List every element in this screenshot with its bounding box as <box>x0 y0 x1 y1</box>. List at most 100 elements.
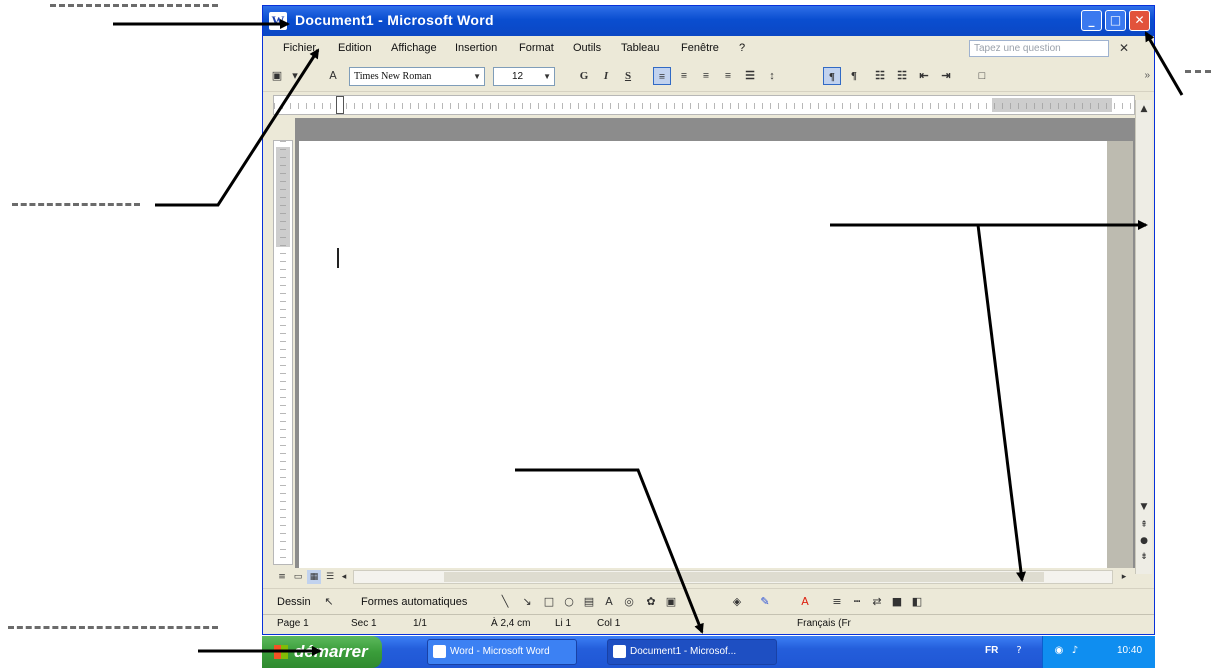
save-icon[interactable]: ▣ <box>269 68 285 84</box>
network-icon[interactable]: ◉ <box>1053 645 1065 657</box>
underline-button[interactable]: S <box>619 67 637 85</box>
status-position: À 2,4 cm <box>491 618 531 629</box>
font-size-select[interactable]: 12 ▼ <box>493 67 555 86</box>
indent-marker[interactable] <box>336 96 344 114</box>
ellipse-icon[interactable]: ○ <box>561 594 577 610</box>
maximize-button[interactable]: □ <box>1105 10 1126 31</box>
menu-format[interactable]: Format <box>519 42 554 54</box>
menu-affichage[interactable]: Affichage <box>391 42 437 54</box>
normal-view-icon[interactable]: ≡ <box>275 570 289 584</box>
word-icon <box>613 645 626 658</box>
view-bar: ≡ ▭ ▦ ☰ ◂ ▸ <box>273 568 1135 586</box>
menu-help[interactable]: ? <box>739 42 745 54</box>
volume-icon[interactable]: ♪ <box>1069 645 1081 657</box>
textbox-icon[interactable]: ▤ <box>581 594 597 610</box>
decrease-indent-icon[interactable]: ⇤ <box>915 67 933 85</box>
arrow-style-icon[interactable]: ⇄ <box>869 594 885 610</box>
print-view-icon[interactable]: ▦ <box>307 570 321 584</box>
help-icon[interactable]: ? <box>1013 645 1025 657</box>
wordart-icon[interactable]: A <box>601 594 617 610</box>
increase-indent-icon[interactable]: ⇥ <box>937 67 955 85</box>
bold-button[interactable]: G <box>575 67 593 85</box>
web-view-icon[interactable]: ▭ <box>291 570 305 584</box>
menu-fichier[interactable]: Fichier <box>283 42 316 54</box>
line-icon[interactable]: ╲ <box>497 594 513 610</box>
document-page[interactable] <box>299 141 1107 573</box>
start-button[interactable]: démarrer <box>262 636 382 668</box>
horizontal-ruler[interactable] <box>273 95 1135 115</box>
text-cursor <box>337 248 339 268</box>
rtl-direction-icon[interactable]: ¶ <box>845 67 863 85</box>
chevron-down-icon: ▼ <box>473 72 481 81</box>
font-name-select[interactable]: Times New Roman ▼ <box>349 67 485 86</box>
justify-icon[interactable]: ≡ <box>719 67 737 85</box>
toolbar-options-icon[interactable]: ▾ <box>287 68 303 84</box>
status-pages: 1/1 <box>413 618 427 629</box>
language-indicator[interactable]: FR <box>985 645 998 656</box>
menu-outils[interactable]: Outils <box>573 42 601 54</box>
dash-style-icon[interactable]: ┅ <box>849 594 865 610</box>
rectangle-icon[interactable]: □ <box>541 594 557 610</box>
previous-page-icon[interactable]: ⇞ <box>1137 518 1151 532</box>
menu-fenetre[interactable]: Fenêtre <box>681 42 719 54</box>
next-page-icon[interactable]: ⇟ <box>1137 550 1151 564</box>
annotation-blank-taskbar <box>8 626 218 629</box>
horizontal-scrollbar[interactable] <box>353 570 1113 584</box>
align-left-icon[interactable]: ≡ <box>653 67 671 85</box>
close-button[interactable]: ✕ <box>1129 10 1150 31</box>
title-bar[interactable]: W Document1 - Microsoft Word _ □ ✕ <box>263 6 1154 36</box>
picture-icon[interactable]: ▣ <box>663 594 679 610</box>
scroll-right-icon[interactable]: ▸ <box>1117 570 1131 584</box>
taskbar-item-label: Word - Microsoft Word <box>450 646 550 657</box>
diagram-icon[interactable]: ◎ <box>621 594 637 610</box>
toolbar-chevron-icon[interactable]: » <box>1144 70 1150 81</box>
shadow-icon[interactable]: ■ <box>889 594 905 610</box>
drawing-toolbar: Dessin ↖ Formes automatiques ╲ ↘ □ ○ ▤ A… <box>263 588 1154 614</box>
select-objects-icon[interactable]: ↖ <box>321 594 337 610</box>
menu-edition[interactable]: Edition <box>338 42 372 54</box>
taskbar: démarrer Word - Microsoft Word Document1… <box>262 636 1155 668</box>
font-name-value: Times New Roman <box>354 71 432 82</box>
scroll-down-icon[interactable]: ▼ <box>1137 500 1151 514</box>
window-title: Document1 - Microsoft Word <box>295 12 494 28</box>
menu-insertion[interactable]: Insertion <box>455 42 497 54</box>
dessin-menu[interactable]: Dessin <box>277 596 311 608</box>
status-section: Sec 1 <box>351 618 377 629</box>
word-app-icon[interactable]: W <box>269 12 287 30</box>
arrow-icon[interactable]: ↘ <box>519 594 535 610</box>
help-question-input[interactable]: Tapez une question <box>969 40 1109 57</box>
word-icon <box>433 645 446 658</box>
align-right-icon[interactable]: ≡ <box>697 67 715 85</box>
align-center-icon[interactable]: ≡ <box>675 67 693 85</box>
borders-icon[interactable]: □ <box>973 67 991 85</box>
scroll-up-icon[interactable]: ▲ <box>1137 102 1151 116</box>
horizontal-scroll-thumb[interactable] <box>444 572 1044 582</box>
word-window: W Document1 - Microsoft Word _ □ ✕ Fichi… <box>262 5 1155 635</box>
scroll-left-icon[interactable]: ◂ <box>337 570 351 584</box>
numbering-icon[interactable]: ☷ <box>871 67 889 85</box>
line-color-icon[interactable]: ✎ <box>757 594 773 610</box>
ltr-direction-icon[interactable]: ¶ <box>823 67 841 85</box>
vertical-scrollbar[interactable]: ▲ ▼ ⇞ ● ⇟ <box>1135 100 1152 574</box>
vertical-ruler[interactable] <box>273 140 293 565</box>
bullets-icon[interactable]: ☷ <box>893 67 911 85</box>
italic-button[interactable]: I <box>597 67 615 85</box>
outline-view-icon[interactable]: ☰ <box>323 570 337 584</box>
status-column: Col 1 <box>597 618 621 629</box>
browse-object-icon[interactable]: ● <box>1137 534 1151 548</box>
taskbar-item-document1[interactable]: Document1 - Microsof... <box>607 639 777 665</box>
line-style-icon[interactable]: ≡ <box>829 594 845 610</box>
clock: 10:40 <box>1117 645 1143 656</box>
minimize-button[interactable]: _ <box>1081 10 1102 31</box>
menu-tableau[interactable]: Tableau <box>621 42 660 54</box>
distributed-icon[interactable]: ☰ <box>741 67 759 85</box>
line-spacing-icon[interactable]: ↕ <box>763 67 781 85</box>
style-icon[interactable]: A <box>325 68 341 84</box>
taskbar-item-word[interactable]: Word - Microsoft Word <box>427 639 577 665</box>
autoshapes-menu[interactable]: Formes automatiques <box>361 596 467 608</box>
font-color-icon[interactable]: A <box>797 594 813 610</box>
clipart-icon[interactable]: ✿ <box>643 594 659 610</box>
fill-color-icon[interactable]: ◈ <box>729 594 745 610</box>
close-document-button[interactable]: ✕ <box>1119 41 1129 55</box>
3d-icon[interactable]: ◧ <box>909 594 925 610</box>
